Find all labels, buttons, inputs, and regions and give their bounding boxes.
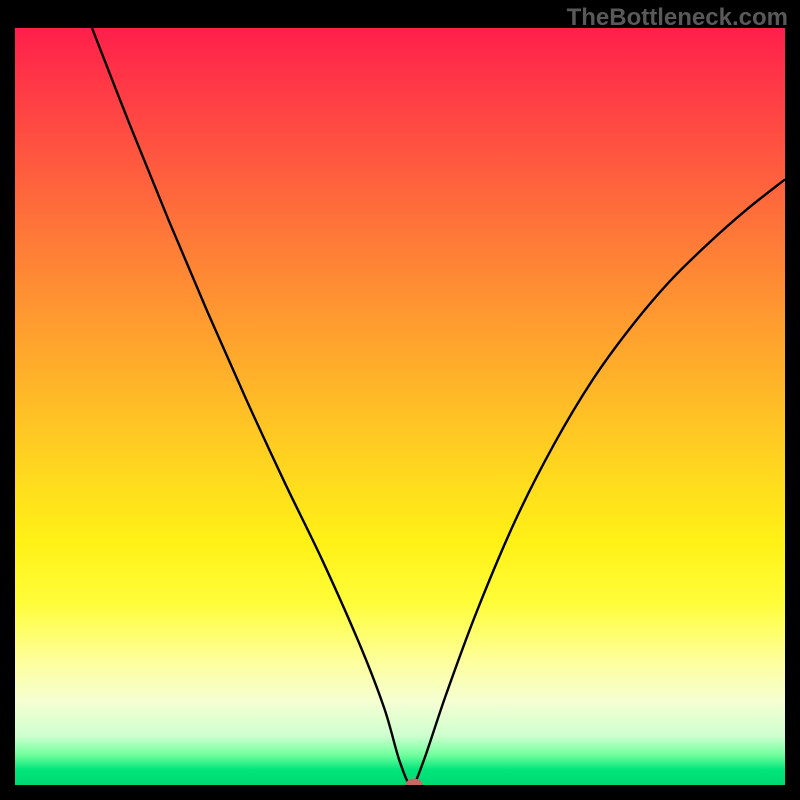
plot-area bbox=[15, 28, 785, 785]
watermark-text: TheBottleneck.com bbox=[567, 4, 788, 32]
bottleneck-curve bbox=[92, 28, 785, 785]
chart-container: TheBottleneck.com bbox=[0, 0, 800, 800]
optimal-marker bbox=[405, 779, 422, 786]
curve-layer bbox=[15, 28, 785, 785]
